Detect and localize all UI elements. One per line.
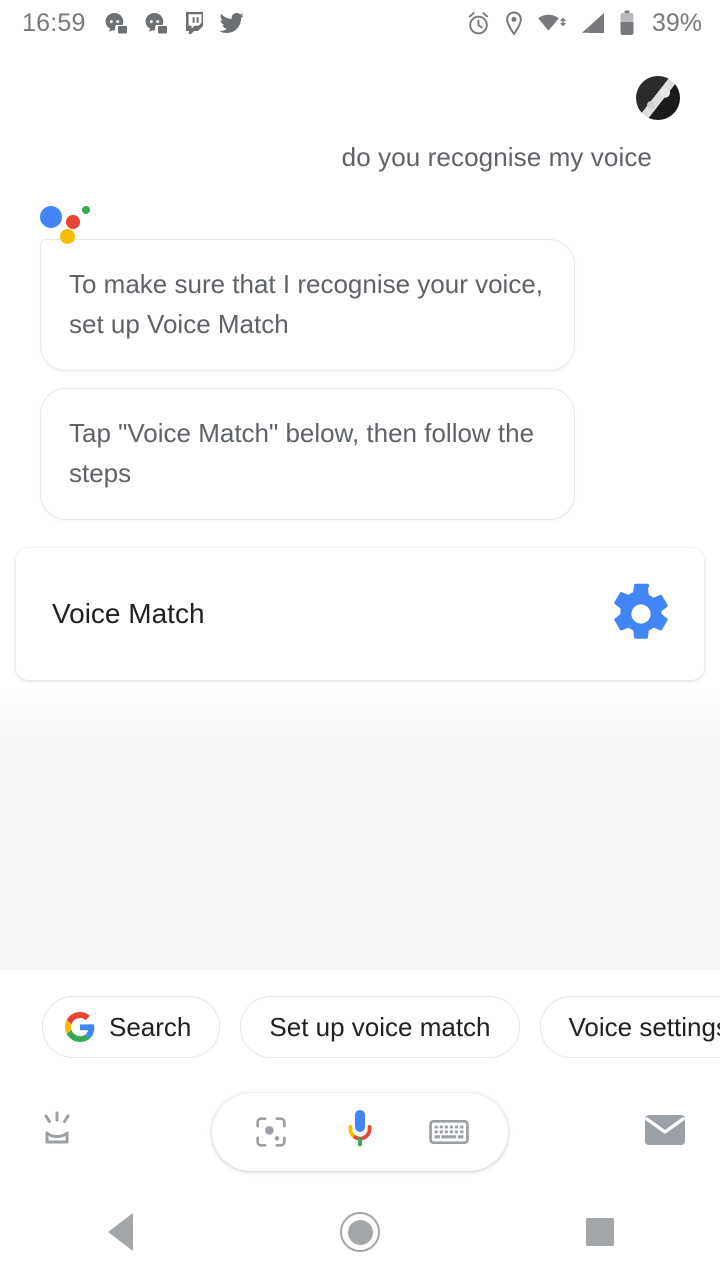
chip-label: Voice settings bbox=[568, 1011, 720, 1042]
twitter-icon bbox=[218, 12, 245, 34]
conversation-area: do you recognise my voice To make sure t… bbox=[0, 46, 720, 970]
mail-icon[interactable] bbox=[644, 1113, 686, 1152]
chip-set-up-voice-match[interactable]: Set up voice match bbox=[240, 996, 520, 1058]
suggestion-chips: Search Set up voice match Voice settings bbox=[0, 970, 720, 1080]
battery-percent: 39% bbox=[651, 8, 702, 37]
assistant-input-pill bbox=[212, 1093, 508, 1171]
alarm-icon bbox=[466, 11, 491, 36]
discord-icon bbox=[144, 12, 170, 34]
google-assistant-logo-icon bbox=[40, 203, 96, 244]
status-clock: 16:59 bbox=[22, 8, 86, 37]
snapshot-icon[interactable] bbox=[34, 1109, 80, 1156]
twitch-icon bbox=[184, 11, 205, 35]
voice-match-card[interactable]: Voice Match bbox=[16, 548, 704, 680]
user-query-row: do you recognise my voice bbox=[0, 120, 720, 173]
assistant-dot-blue bbox=[40, 206, 62, 228]
chip-search[interactable]: Search bbox=[42, 996, 221, 1058]
voice-match-card-title: Voice Match bbox=[52, 598, 205, 629]
cellular-signal-icon bbox=[580, 11, 606, 35]
battery-icon bbox=[619, 10, 635, 36]
home-button[interactable] bbox=[300, 1184, 420, 1280]
status-notification-icons bbox=[104, 11, 245, 35]
status-bar: 16:59 39% bbox=[0, 0, 720, 46]
chip-label: Set up voice match bbox=[269, 1011, 491, 1042]
assistant-dot-yellow bbox=[60, 229, 75, 244]
android-nav-bar bbox=[0, 1184, 720, 1280]
assistant-bottom-bar bbox=[0, 1080, 720, 1184]
assistant-message-bubble: To make sure that I recognise your voice… bbox=[40, 239, 575, 371]
location-icon bbox=[504, 10, 524, 36]
wifi-icon bbox=[537, 11, 567, 35]
google-g-icon bbox=[65, 1012, 95, 1042]
gear-icon[interactable] bbox=[608, 581, 674, 647]
recents-button[interactable] bbox=[540, 1184, 660, 1280]
lens-icon[interactable] bbox=[251, 1112, 291, 1152]
user-query-text: do you recognise my voice bbox=[341, 142, 652, 172]
assistant-dot-green bbox=[82, 206, 90, 214]
keyboard-icon[interactable] bbox=[429, 1116, 469, 1148]
assistant-screen: 16:59 39% do you recognise my voice To m… bbox=[0, 0, 720, 1280]
back-button[interactable] bbox=[60, 1184, 180, 1280]
assistant-message-bubble: Tap "Voice Match" below, then follow the… bbox=[40, 388, 575, 520]
discord-icon bbox=[104, 12, 130, 34]
avatar[interactable] bbox=[636, 76, 680, 120]
assistant-dot-red bbox=[66, 215, 80, 229]
chip-voice-settings[interactable]: Voice settings bbox=[539, 996, 720, 1058]
avatar-row bbox=[0, 46, 720, 120]
chip-label: Search bbox=[109, 1011, 192, 1042]
status-system-icons: 39% bbox=[466, 9, 702, 38]
google-mic-icon[interactable] bbox=[337, 1107, 383, 1157]
assistant-response-block: To make sure that I recognise your voice… bbox=[0, 203, 720, 520]
